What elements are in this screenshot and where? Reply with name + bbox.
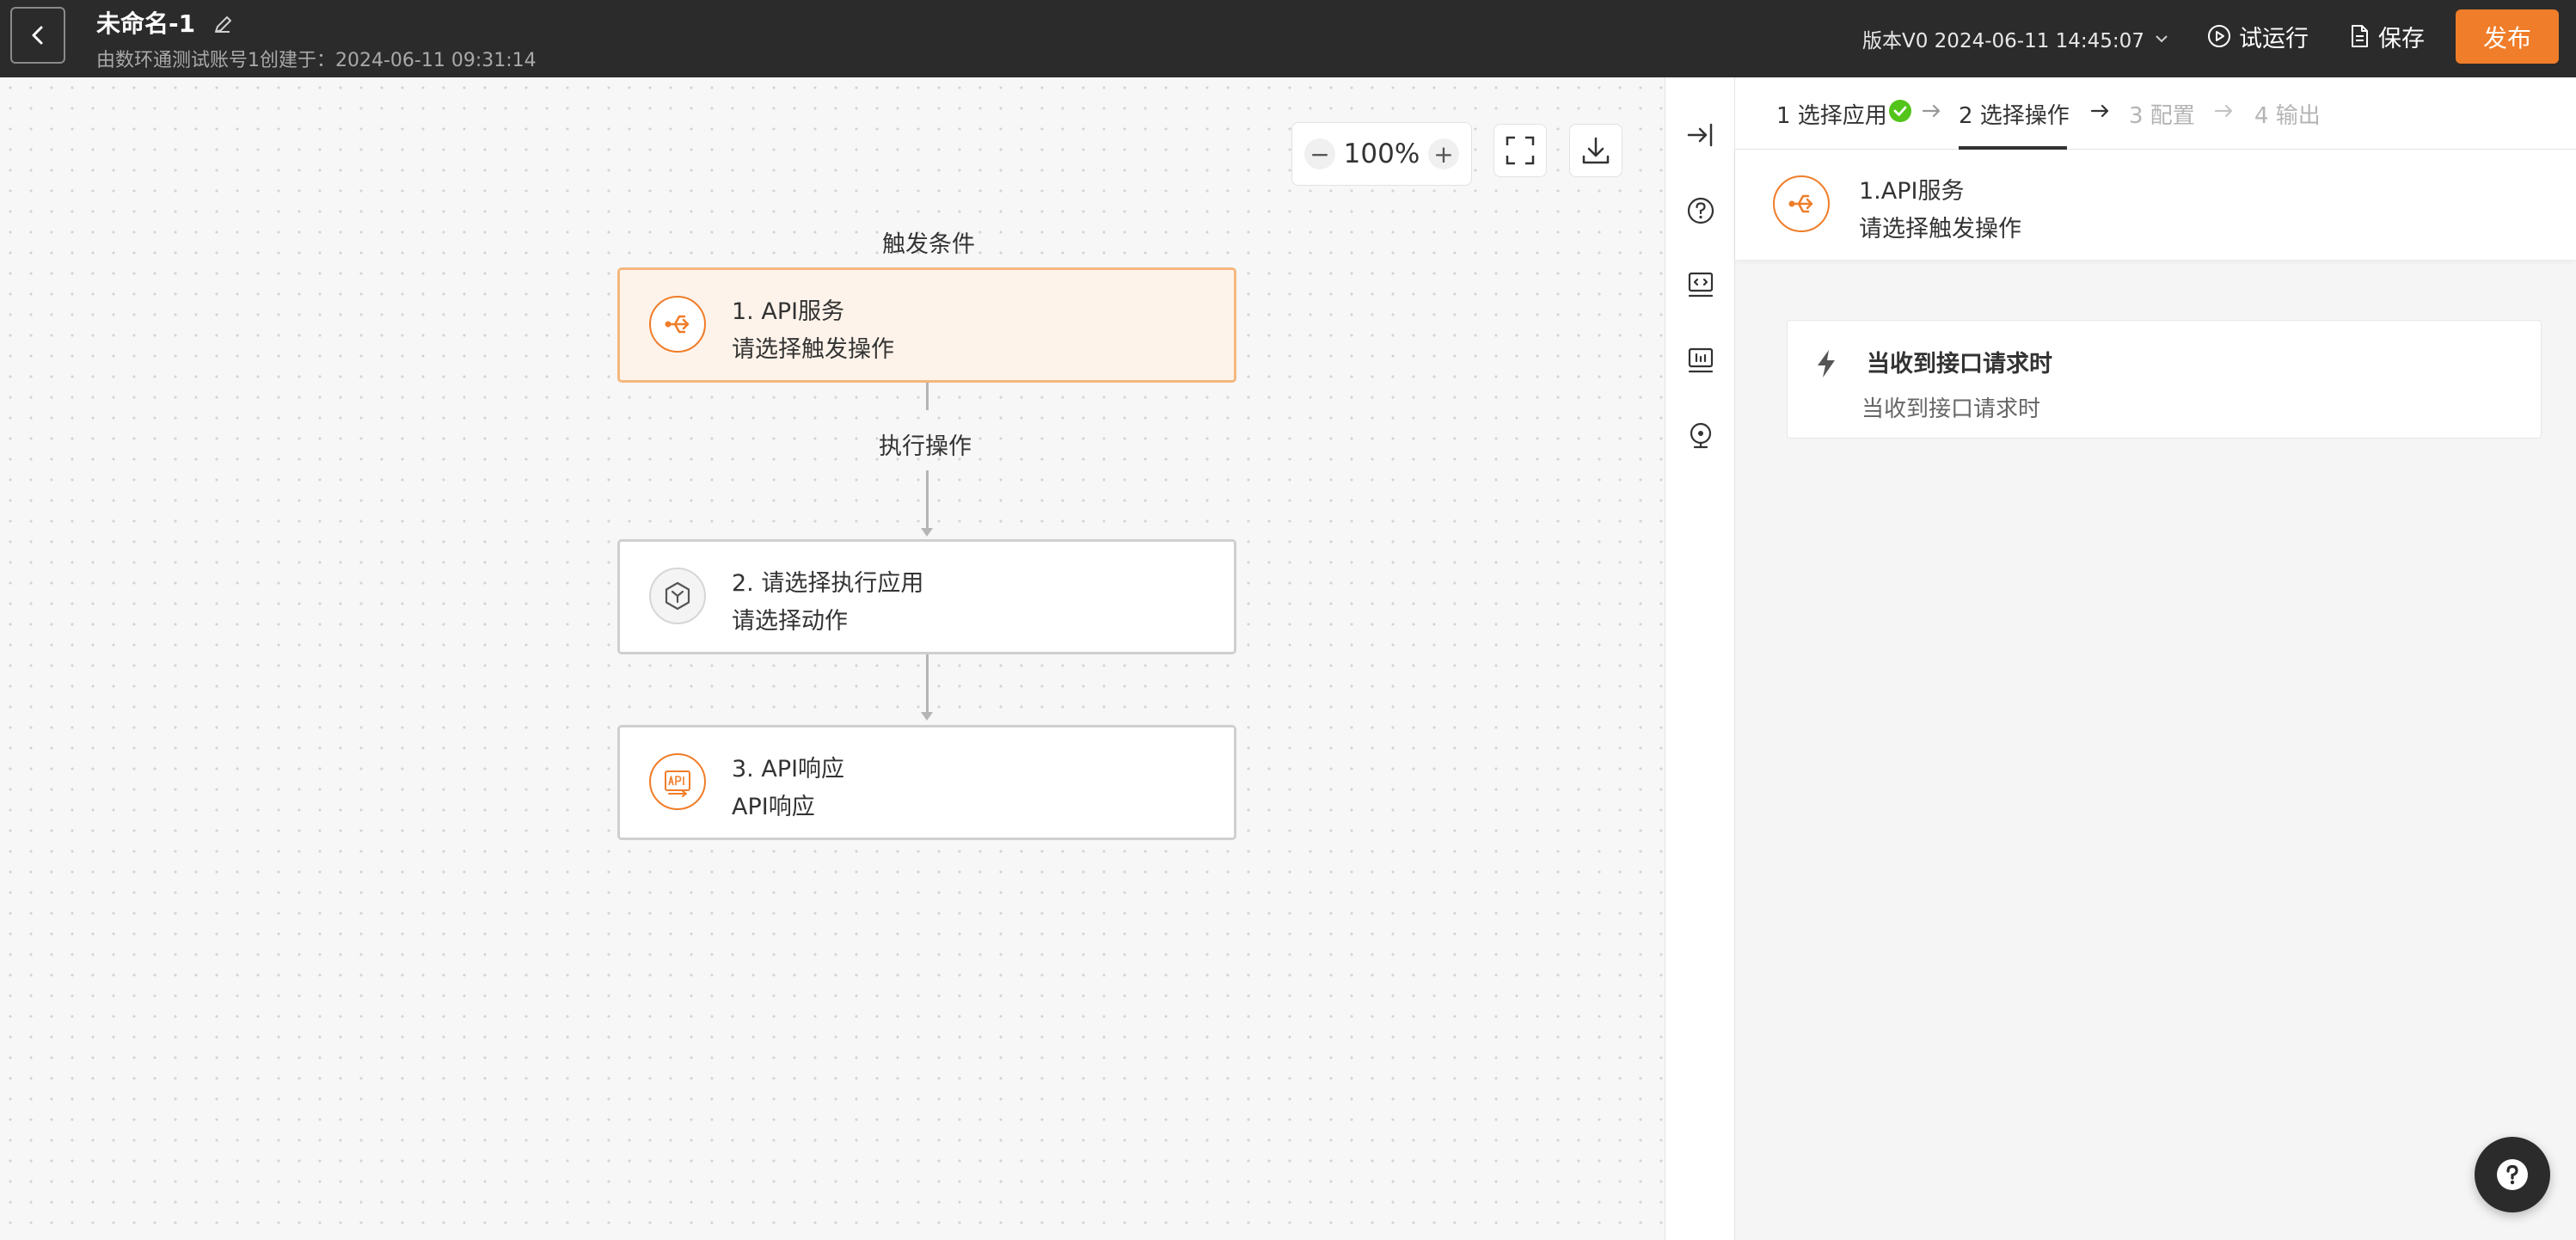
node-title: 1. API服务	[732, 298, 845, 325]
node-title: 2. 请选择执行应用	[732, 570, 924, 597]
version-selector[interactable]: 版本V0 2024-06-11 14:45:07	[1862, 24, 2170, 53]
flow-node-action[interactable]: 2. 请选择执行应用 请选择动作	[617, 539, 1236, 654]
document-icon	[2352, 25, 2368, 47]
connector-arrow	[921, 528, 933, 537]
step-label: 2 选择操作	[1959, 103, 2070, 129]
save-button[interactable]: 保存	[2347, 19, 2425, 53]
log-panel-icon[interactable]	[1683, 342, 1719, 378]
side-icon-rail	[1665, 77, 1735, 1240]
flow-node-trigger[interactable]: 1. API服务 请选择触发操作	[617, 267, 1236, 383]
flow-created-info: 由数环通测试账号1创建于：2024-06-11 09:31:14	[96, 50, 537, 71]
api-response-icon	[649, 753, 706, 810]
step-label: 4 输出	[2254, 103, 2321, 129]
question-icon	[2497, 1159, 2528, 1190]
step-select-operation[interactable]: 2 选择操作	[1959, 98, 2070, 130]
fullscreen-icon	[1506, 136, 1535, 165]
zoom-level: 100%	[1343, 138, 1420, 169]
play-circle-icon	[2208, 25, 2230, 47]
code-panel-icon[interactable]	[1683, 267, 1719, 303]
arrow-right-icon	[1922, 104, 1941, 118]
selected-app-card[interactable]: 1.API服务 请选择触发操作	[1735, 150, 2576, 260]
chevron-left-icon	[32, 26, 43, 45]
action-section-label: 执行操作	[879, 433, 972, 460]
connector-line	[926, 383, 929, 410]
trial-run-label: 试运行	[2239, 25, 2309, 52]
api-service-icon	[649, 296, 706, 353]
app-card-subtitle: 请选择触发操作	[1859, 216, 2021, 242]
zoom-control: − 100% +	[1291, 122, 1472, 186]
download-icon	[1582, 137, 1610, 164]
node-subtitle: 请选择触发操作	[732, 336, 894, 363]
top-bar: 未命名-1 由数环通测试账号1创建于：2024-06-11 09:31:14 版…	[0, 0, 2576, 77]
trial-run-button[interactable]: 试运行	[2206, 19, 2309, 53]
api-service-icon	[1773, 175, 1830, 232]
version-label: 版本V0 2024-06-11 14:45:07	[1862, 30, 2144, 52]
app-cube-icon	[649, 568, 706, 624]
chevron-down-icon	[2156, 35, 2168, 43]
publish-button[interactable]: 发布	[2456, 9, 2559, 64]
step-label: 1 选择应用	[1776, 103, 1887, 129]
step-select-app[interactable]: 1 选择应用	[1776, 98, 1887, 130]
flow-title: 未命名-1	[96, 9, 196, 38]
arrow-right-icon	[2214, 104, 2233, 118]
zoom-out-button[interactable]: −	[1304, 138, 1335, 169]
step-configure[interactable]: 3 配置	[2129, 98, 2195, 130]
edit-icon[interactable]	[210, 12, 236, 38]
trigger-section-label: 触发条件	[882, 231, 975, 258]
download-button[interactable]	[1569, 124, 1622, 177]
trigger-option-description: 当收到接口请求时	[1861, 396, 2041, 422]
connector-arrow	[921, 712, 933, 721]
config-panel: 1 选择应用 2 选择操作 3 配置 4 输出 1.API服务 请选择触发操作 …	[1735, 77, 2576, 1240]
app-card-title: 1.API服务	[1859, 178, 1965, 205]
help-icon[interactable]	[1683, 193, 1719, 229]
step-label: 3 配置	[2129, 103, 2195, 129]
help-float-button[interactable]	[2475, 1137, 2550, 1212]
connector-line	[926, 654, 929, 715]
step-tabs: 1 选择应用 2 选择操作 3 配置 4 输出	[1735, 77, 2576, 150]
location-icon[interactable]	[1683, 418, 1719, 454]
trigger-option-title: 当收到接口请求时	[1867, 351, 2052, 378]
arrow-right-icon	[2090, 104, 2109, 118]
fullscreen-button[interactable]	[1493, 124, 1547, 177]
node-subtitle: API响应	[732, 794, 815, 820]
node-subtitle: 请选择动作	[732, 608, 848, 635]
back-button[interactable]	[10, 7, 65, 64]
zoom-in-button[interactable]: +	[1427, 138, 1459, 169]
save-label: 保存	[2378, 25, 2425, 52]
trigger-option-card[interactable]: 当收到接口请求时 当收到接口请求时	[1787, 320, 2542, 439]
flow-canvas[interactable]: − 100% + 触发条件 1. API服务 请选择触发操作 执行操作 2. 请…	[0, 77, 1665, 1240]
flow-node-response[interactable]: 3. API响应 API响应	[617, 725, 1236, 840]
lightning-icon	[1818, 350, 1835, 378]
step-output[interactable]: 4 输出	[2254, 98, 2321, 130]
node-title: 3. API响应	[732, 756, 845, 783]
collapse-panel-icon[interactable]	[1683, 117, 1719, 153]
connector-line	[926, 470, 929, 531]
check-circle-icon	[1889, 100, 1911, 122]
